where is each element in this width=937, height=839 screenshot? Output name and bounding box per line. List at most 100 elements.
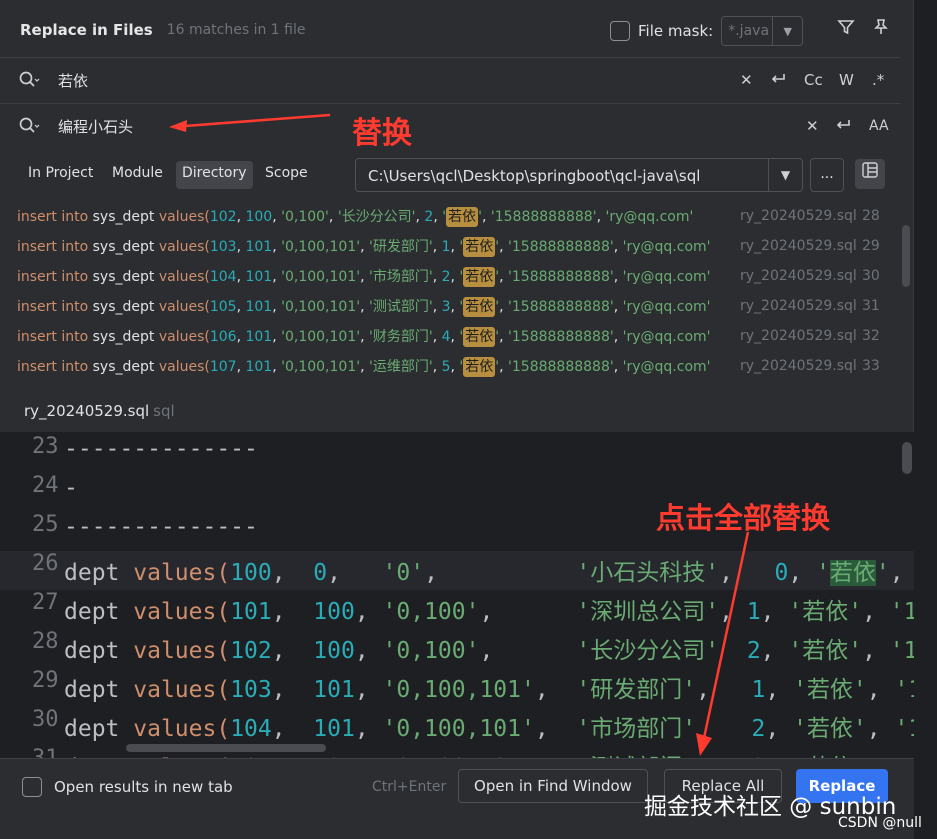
- code-punct: ,: [271, 677, 314, 703]
- line-number: 28: [32, 629, 59, 654]
- tab-directory[interactable]: Directory: [176, 161, 253, 189]
- clear-icon[interactable]: ✕: [740, 71, 753, 89]
- preview-file-tab: ry_20240529.sql sql: [24, 402, 175, 420]
- replace-search-icon[interactable]: [18, 116, 42, 141]
- table-name: sys_dept: [92, 209, 159, 225]
- string: '财务部门': [368, 329, 433, 345]
- string: '0,100,101': [281, 239, 361, 255]
- separator: ,: [272, 299, 282, 315]
- code-keyword: values(: [133, 560, 231, 586]
- string: '15888888888': [508, 299, 614, 315]
- replace-newline-icon[interactable]: [833, 115, 853, 139]
- string: 'ry@qq.com': [622, 329, 711, 345]
- preview-file-name: ry_20240529.sql: [24, 402, 150, 420]
- code-number: 104: [230, 716, 272, 742]
- table-name: sys_dept: [92, 299, 159, 315]
- separator: ,: [432, 239, 442, 255]
- keyword: insert into: [17, 269, 93, 285]
- newline-icon[interactable]: [768, 69, 788, 93]
- code-punct: ,: [271, 716, 314, 742]
- file-mask-combo[interactable]: *.java ▼: [721, 16, 804, 46]
- code-number: 100: [313, 599, 355, 625]
- chevron-down-icon[interactable]: ▼: [772, 17, 802, 45]
- string: '15888888888': [508, 359, 614, 375]
- separator: ,: [432, 359, 442, 375]
- code-punct: ,: [534, 716, 577, 742]
- preview-file-type: sql: [153, 402, 175, 420]
- result-row[interactable]: insert into sys_dept values(106, 101, '0…: [17, 322, 735, 352]
- result-line-number: 30: [862, 268, 880, 284]
- clear-replace-icon[interactable]: ✕: [806, 117, 819, 135]
- code-quote: ': [852, 716, 867, 742]
- tab-scope[interactable]: Scope: [259, 161, 314, 189]
- code-punct: ,: [354, 599, 383, 625]
- number: 102: [209, 209, 237, 225]
- separator: ,: [272, 329, 282, 345]
- result-row[interactable]: insert into sys_dept values(105, 101, '0…: [17, 292, 735, 322]
- tab-in-project[interactable]: In Project: [22, 161, 99, 189]
- replace-input[interactable]: 编程小石头: [58, 116, 133, 137]
- string: 'ry@qq.com': [605, 209, 694, 225]
- code-punct: ,: [760, 638, 789, 664]
- whole-words-toggle[interactable]: W: [839, 71, 854, 89]
- code-string: '0': [382, 560, 425, 586]
- code-line: dept values(105 101 '0 100 101' '测试部门' 3…: [64, 748, 914, 758]
- separator: ,: [360, 239, 369, 255]
- code-punct: ,: [534, 677, 577, 703]
- filter-icon[interactable]: [836, 18, 856, 38]
- separator: ,: [613, 359, 623, 375]
- code-quote: ': [852, 677, 867, 703]
- separator: ,: [613, 269, 623, 285]
- string: '0,100,101': [281, 359, 361, 375]
- file-mask-label: File mask:: [638, 22, 714, 40]
- result-row[interactable]: insert into sys_dept values(102, 100, '0…: [17, 202, 735, 232]
- open-new-tab-checkbox[interactable]: [22, 777, 42, 797]
- code-string: '1: [889, 599, 914, 625]
- tab-module[interactable]: Module: [106, 161, 169, 189]
- match-case-toggle[interactable]: Cc: [804, 71, 823, 89]
- code-punct: ,: [271, 599, 314, 625]
- pin-icon[interactable]: [871, 18, 891, 38]
- string: 'ry@qq.com': [622, 239, 711, 255]
- code-punct: ,: [271, 560, 314, 586]
- regex-toggle[interactable]: .*: [872, 71, 884, 89]
- string: '15888888888': [490, 209, 597, 225]
- code-number: 101: [230, 599, 272, 625]
- file-mask-input[interactable]: *.java: [722, 17, 772, 45]
- string: '15888888888': [508, 329, 614, 345]
- directory-combo[interactable]: C:\Users\qcl\Desktop\springboot\qcl-java…: [355, 158, 803, 192]
- number: 3: [441, 299, 451, 315]
- file-mask-checkbox[interactable]: [610, 21, 630, 41]
- number: 105: [209, 299, 237, 315]
- result-row[interactable]: insert into sys_dept values(104, 101, '0…: [17, 262, 735, 292]
- number: 1: [441, 239, 451, 255]
- results-scrollbar[interactable]: [902, 225, 910, 287]
- editor-scrollbar[interactable]: [902, 442, 912, 474]
- string: '0,100,101': [281, 269, 361, 285]
- string: 'ry@qq.com': [622, 299, 711, 315]
- group-by-tree-icon[interactable]: [855, 159, 885, 189]
- number: 101: [245, 359, 273, 375]
- code-match: 若依: [802, 638, 849, 664]
- number: 101: [245, 329, 273, 345]
- keyword: insert into: [17, 209, 93, 225]
- directory-path[interactable]: C:\Users\qcl\Desktop\springboot\qcl-java…: [368, 167, 700, 185]
- preserve-case-toggle[interactable]: AA: [869, 118, 889, 134]
- result-row[interactable]: insert into sys_dept values(107, 101, '0…: [17, 352, 735, 382]
- code-punct: ,: [862, 638, 890, 664]
- code-quote: ': [848, 638, 863, 664]
- chevron-down-icon[interactable]: ▼: [768, 159, 802, 191]
- result-row[interactable]: insert into sys_dept values(103, 101, '0…: [17, 232, 735, 262]
- annotation-arrow-down: [696, 531, 750, 756]
- code-line: dept values(100, 0, '0', '小石头科技', 0, '若依…: [64, 553, 904, 587]
- code-line: --------------: [64, 514, 258, 540]
- line-number: 27: [32, 590, 59, 615]
- find-input[interactable]: 若依: [58, 70, 88, 91]
- open-in-find-window-button[interactable]: Open in Find Window: [458, 769, 648, 803]
- browse-button[interactable]: ...: [810, 158, 844, 192]
- separator: ,: [272, 269, 282, 285]
- open-new-tab-option[interactable]: Open results in new tab: [22, 777, 233, 797]
- code-table: dept: [64, 599, 134, 625]
- search-icon[interactable]: [18, 70, 42, 95]
- code-keyword: values(: [133, 677, 231, 703]
